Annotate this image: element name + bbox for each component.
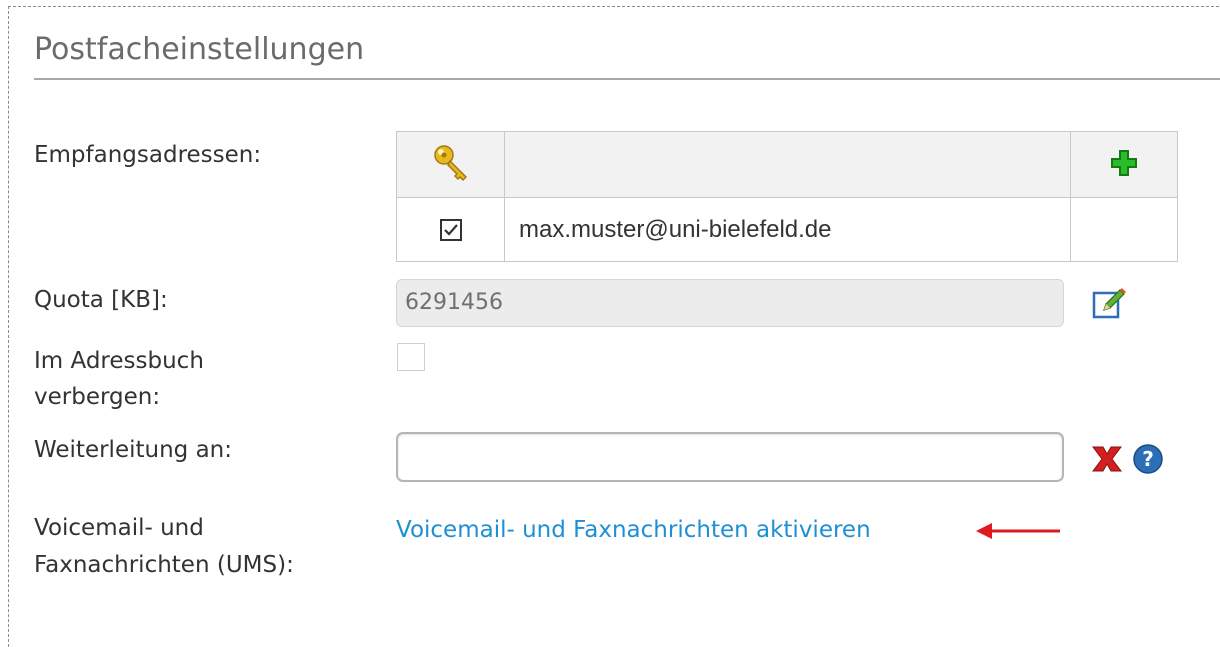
addresses-label: Empfangsadressen: (34, 142, 262, 168)
ums-label-line1: Voicemail- und (34, 515, 204, 541)
hide-in-addressbook-checkbox[interactable] (397, 343, 425, 371)
add-address-cell (1070, 131, 1178, 198)
hide-label-line2: verbergen: (34, 384, 161, 410)
addresses-table-header (396, 131, 1178, 198)
addresses-table: max.muster@uni-bielefeld.de (396, 131, 1178, 262)
forward-input[interactable] (396, 432, 1064, 482)
svg-text:?: ? (1142, 447, 1154, 471)
row-action-cell (1070, 197, 1178, 262)
help-icon[interactable]: ? (1132, 443, 1164, 479)
table-row: max.muster@uni-bielefeld.de (396, 197, 1178, 262)
arrow-left-icon (976, 520, 1062, 546)
address-cell: max.muster@uni-bielefeld.de (504, 197, 1071, 262)
edit-icon[interactable] (1092, 286, 1126, 324)
close-icon[interactable] (1090, 444, 1124, 478)
primary-checkbox[interactable] (439, 218, 462, 241)
primary-column-header (396, 131, 505, 198)
address-column-header (504, 131, 1071, 198)
key-icon (430, 144, 472, 188)
quota-label: Quota [KB]: (34, 287, 168, 313)
address-text: max.muster@uni-bielefeld.de (519, 215, 832, 243)
quota-field: 6291456 (396, 279, 1064, 327)
plus-icon[interactable] (1111, 149, 1137, 180)
ums-label-line2: Faxnachrichten (UMS): (34, 552, 294, 578)
forward-label: Weiterleitung an: (34, 437, 232, 463)
ums-activate-link[interactable]: Voicemail- und Faxnachrichten aktivieren (396, 512, 871, 549)
hide-label-line1: Im Adressbuch (34, 348, 204, 374)
primary-cell (396, 197, 505, 262)
section-title: Postfacheinstellungen (34, 22, 1220, 80)
